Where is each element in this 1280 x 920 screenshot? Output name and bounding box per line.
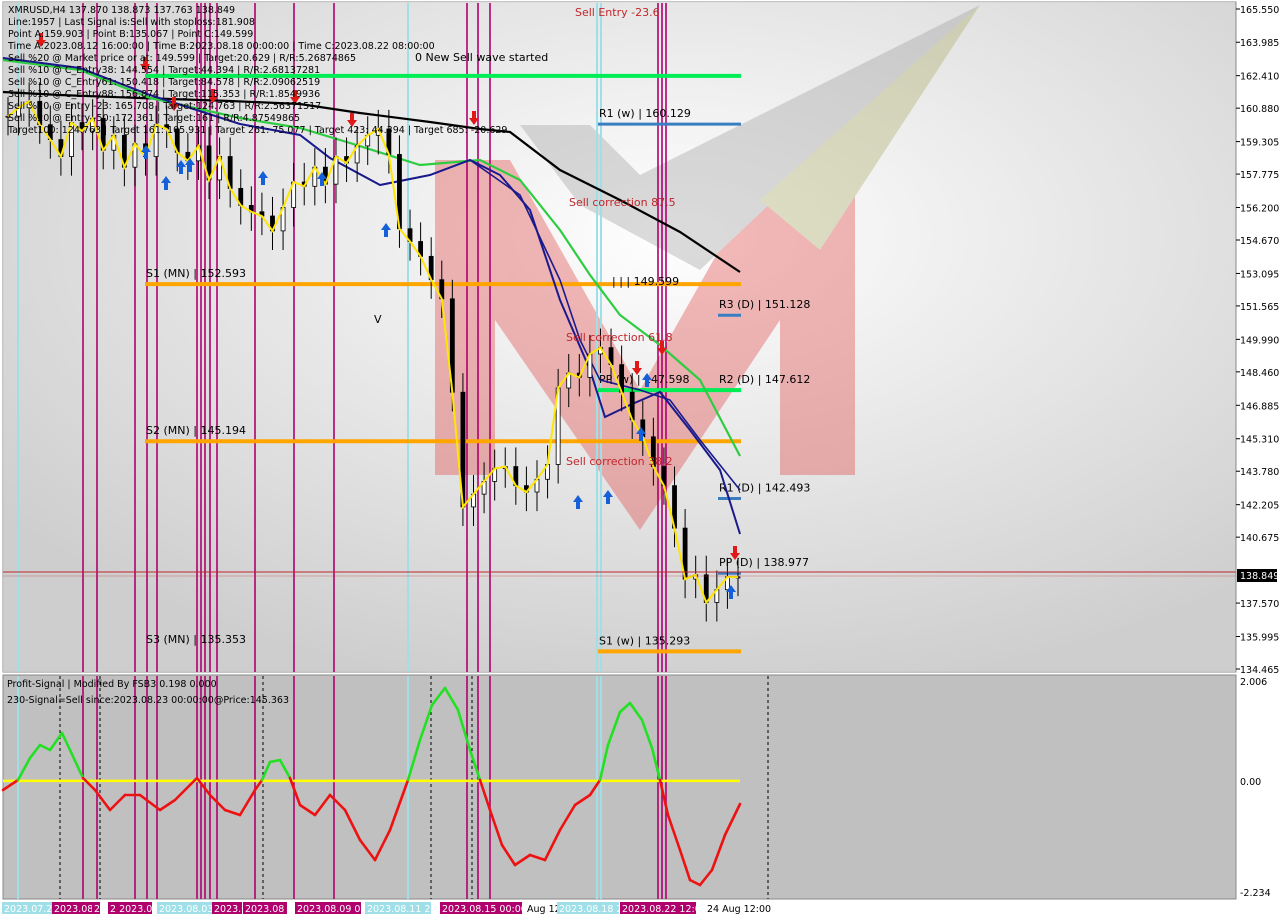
x-tick-label: 2 2023.08 [110,904,158,915]
y-tick-label: 151.565 [1240,302,1279,313]
y-tick-label: 142.205 [1240,501,1279,512]
indicator-title: Profit-Signal | Modified By FSB3 0.198 0… [7,679,217,690]
pivot-level-label: S2 (MN) | 145.194 [146,424,246,437]
x-tick-label: 2023.08.22 12:00 [622,904,707,915]
x-tick-label: 2023.08 [245,904,284,915]
y-tick-label: 162.410 [1240,72,1279,83]
info-line: Point A:159.903 | Point B:135.067 | Poin… [8,29,253,40]
indicator-tick-label: -2.234 [1240,888,1271,899]
pivot-level-label: S1 (MN) | 152.593 [146,267,246,280]
sell-entry-label: Sell Entry -23.6 [575,6,660,19]
info-line: Target100: 124.763 | Target 161: 105.931… [7,125,507,136]
y-tick-label: 163.985 [1240,38,1279,49]
point-c-label: | | | 149.599 [612,275,679,288]
info-line: Sell %20 @ Entry -23: 165.708 | Target:1… [8,101,321,112]
pivot-level-label: S1 (w) | 135.293 [599,634,690,647]
y-tick-label: 153.095 [1240,269,1279,280]
info-line: Time A:2023.08.12 16:00:00 | Time B:2023… [7,41,435,52]
time-axis: 2023.07.28 12:002023.08.012023.082 2023.… [2,902,771,915]
pivot-level-label: R1 (D) | 142.493 [719,482,810,495]
y-tick-label: 160.880 [1240,104,1279,115]
sell-correction-382-label: Sell correction 38.2 [566,455,673,468]
info-line: Sell %10 @ C_Entry61: 150.418 | Target:8… [8,77,320,88]
sell-correction-875-label: Sell correction 87.5 [569,196,676,209]
y-tick-label: 145.310 [1240,435,1279,446]
x-tick-label: 2023.08.15 00:00 [442,904,527,915]
y-tick-label: 146.885 [1240,401,1279,412]
x-tick-label: 2023.08.11 20:00 [367,904,452,915]
trading-chart: R1 (w) | 160.129 S1 (MN) | 152.593 R3 (D) … [1,1,1279,915]
y-tick-label: 135.995 [1240,633,1279,644]
point-v-label: V [374,313,382,326]
info-line: Sell %20 @ Entry -50: 172.361 | Target:1… [8,113,300,124]
y-tick-label: 149.990 [1240,335,1279,346]
indicator-axis: 2.006 0.00 -2.234 [1240,677,1271,899]
indicator-signal: 230-Signal=Sell since:2023.08.23 00:00:0… [7,695,289,706]
sell-correction-618-label: Sell correction 61.8 [566,331,673,344]
pivot-level-label: R2 (D) | 147.612 [719,373,810,386]
info-line: Sell %10 @ C_Entry88: 156.874 | Target:1… [8,89,320,100]
pivot-level-label: S3 (MN) | 135.353 [146,633,246,646]
y-tick-label: 157.775 [1240,170,1279,181]
y-tick-label: 143.780 [1240,467,1279,478]
pivot-level-label: PP (D) | 138.977 [719,556,809,569]
y-tick-label: 156.200 [1240,204,1279,215]
y-tick-label: 137.570 [1240,599,1279,610]
x-tick-label: Aug 12 [527,904,561,915]
current-price-value: 138.849 [1240,571,1279,582]
current-price-tag: 138.849 [1237,569,1279,582]
pivot-level-label: R3 (D) | 151.128 [719,298,810,311]
y-tick-label: 140.675 [1240,533,1279,544]
info-line: Sell %10 @ C_Entry38: 144.554 | Target:4… [8,65,320,76]
indicator-tick-label: 0.00 [1240,777,1261,788]
x-tick-label: 2023.08.18 20 [559,904,629,915]
y-tick-label: 159.305 [1240,138,1279,149]
info-line: Line:1957 | Last Signal is:Sell with sto… [8,17,255,28]
y-tick-label: 148.460 [1240,368,1279,379]
info-line: XMRUSD,H4 137.870 138.873 137.763 138.84… [8,5,235,16]
chart-root: R1 (w) | 160.129 S1 (MN) | 152.593 R3 (D) … [0,0,1280,920]
y-tick-label: 154.670 [1240,236,1279,247]
x-tick-label: 24 Aug 12:00 [707,904,771,915]
y-tick-label: 165.550 [1240,5,1279,16]
indicator-tick-label: 2.006 [1240,677,1267,688]
pivot-level-label: R1 (w) | 160.129 [599,107,691,120]
info-line: Sell %20 @ Market price or at: 149.599 |… [8,53,356,64]
new-sell-wave-label: 0 New Sell wave started [415,51,548,64]
y-tick-label: 134.465 [1240,665,1279,676]
